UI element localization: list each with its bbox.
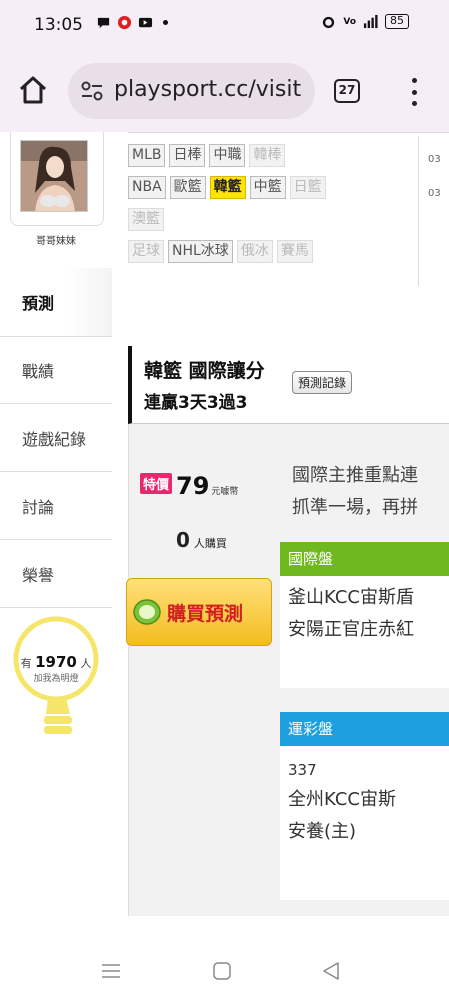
- site-settings-icon[interactable]: [80, 80, 104, 102]
- page-content: 哥哥妹妹 預測 戰績 遊戲紀錄 討論 榮譽 有 1970 人 加我為明燈 MLB…: [0, 132, 449, 942]
- sidebar-item-predict[interactable]: 預測: [0, 268, 112, 336]
- coin-icon: [133, 599, 161, 625]
- sidebar-item-label: 遊戲紀錄: [22, 429, 87, 449]
- browser-toolbar: playsport.cc/visit 27: [0, 50, 449, 132]
- divider: [128, 132, 449, 133]
- tag-jp-baseball[interactable]: 日棒: [169, 144, 206, 167]
- tag-nba[interactable]: NBA: [128, 176, 166, 199]
- avatar[interactable]: [20, 140, 88, 212]
- url-text[interactable]: playsport.cc/visit: [114, 77, 301, 102]
- sports-lottery-card: 運彩盤 337 全州KCC宙斯 安養(主): [280, 712, 449, 900]
- buyers-count: 0 人購買: [176, 528, 227, 552]
- avatar-photo: [21, 141, 87, 211]
- tag-au-basketball: 澳籃: [128, 208, 164, 231]
- buyers-number: 0: [176, 528, 190, 552]
- price-unit: 元噱幣: [211, 487, 239, 497]
- more-dot-icon: [163, 20, 168, 25]
- video-icon: [138, 17, 153, 28]
- sidebar-item-game-log[interactable]: 遊戲紀錄: [0, 404, 112, 472]
- prediction-record-button[interactable]: 預測記錄: [292, 371, 353, 394]
- profile-card[interactable]: [10, 132, 104, 226]
- match-team: 安養(主): [288, 821, 357, 842]
- sidebar-item-label: 榮譽: [22, 565, 55, 585]
- bulb-count[interactable]: 有 1970 人: [0, 653, 112, 671]
- system-nav-bar: [0, 942, 449, 1000]
- home-icon[interactable]: [16, 73, 50, 107]
- tag-horse-racing: 賽馬: [276, 240, 313, 263]
- divider: [418, 136, 419, 286]
- description-line: 抓準一場，再拼: [292, 497, 418, 518]
- tag-nhl[interactable]: NHL冰球: [168, 240, 233, 263]
- buyers-label: 人購買: [193, 537, 227, 550]
- alarm-icon: [323, 16, 335, 29]
- tag-soccer: 足球: [128, 240, 164, 263]
- sidebar-item-label: 討論: [22, 497, 55, 517]
- sidebar-item-record[interactable]: 戰績: [0, 336, 112, 404]
- league-tags: MLB 日棒 中職 韓棒 NBA 歐籃 韓籃 中籃 日籃 澳籃 足球 NHL冰球…: [128, 144, 418, 272]
- battery-icon: 85: [385, 14, 409, 29]
- overflow-menu-icon[interactable]: [408, 78, 420, 106]
- status-bar: 13:05 Vo 85: [0, 0, 449, 50]
- tag-row: MLB 日棒 中職 韓棒: [128, 144, 418, 167]
- match-team: 安陽正官庄赤紅: [288, 619, 414, 640]
- tag-euro-basketball[interactable]: 歐籃: [169, 176, 206, 199]
- sidebar-item-discussion[interactable]: 討論: [0, 472, 112, 540]
- sidebar-item-label: 預測: [22, 294, 55, 313]
- sidebar-item-label: 戰績: [22, 362, 55, 381]
- tag-cpbl[interactable]: 中職: [209, 144, 246, 167]
- match-number: 337: [288, 761, 317, 779]
- prediction-description: 國際主推重點連 抓準一場，再拼: [292, 460, 418, 524]
- bulb-count-number: 1970: [35, 653, 77, 671]
- chat-icon: [97, 17, 110, 29]
- card-header: 運彩盤: [280, 712, 449, 746]
- tab-switcher-button[interactable]: 27: [334, 79, 360, 103]
- signal-icon: [363, 14, 378, 29]
- date-item[interactable]: 03: [428, 188, 441, 199]
- notification-icons: [96, 15, 168, 30]
- tag-row: NBA 歐籃 韓籃 中籃 日籃: [128, 176, 418, 199]
- date-item[interactable]: 03: [428, 154, 441, 165]
- tag-jp-basketball: 日籃: [289, 176, 326, 199]
- card-header: 國際盤: [280, 542, 449, 576]
- special-price-badge: 特價: [140, 473, 173, 494]
- buy-button-label: 購買預測: [167, 603, 244, 625]
- match-team: 釜山KCC宙斯盾: [288, 587, 414, 608]
- match-team: 全州KCC宙斯: [288, 789, 396, 810]
- home-nav-icon[interactable]: [211, 960, 233, 982]
- bulb-prefix: 有: [20, 657, 32, 670]
- profile-name[interactable]: 哥哥妹妹: [0, 232, 112, 247]
- tag-khl: 俄冰: [236, 240, 273, 263]
- tag-row: 澳籃: [128, 208, 418, 231]
- tag-kr-baseball: 韓棒: [249, 144, 286, 167]
- app-badge-icon: [117, 15, 132, 30]
- back-icon[interactable]: [320, 960, 342, 982]
- system-indicators: Vo 85: [321, 14, 409, 29]
- prediction-title: 韓籃 國際讓分: [144, 360, 265, 382]
- prediction-streak: 連贏3天3過3: [144, 393, 248, 413]
- sidebar-nav: 預測 戰績 遊戲紀錄 討論 榮譽: [0, 268, 112, 608]
- bulb-suffix: 人: [80, 657, 92, 670]
- prediction-header: 韓籃 國際讓分 連贏3天3過3 預測記錄: [128, 346, 449, 424]
- buy-prediction-button[interactable]: 購買預測: [126, 578, 272, 646]
- address-bar[interactable]: playsport.cc/visit: [68, 63, 315, 119]
- tag-row: 足球 NHL冰球 俄冰 賽馬: [128, 240, 418, 263]
- tag-cn-basketball[interactable]: 中籃: [249, 176, 286, 199]
- volte-icon: Vo: [343, 16, 356, 27]
- tag-mlb[interactable]: MLB: [128, 144, 166, 167]
- tag-kr-basketball[interactable]: 韓籃: [209, 176, 246, 199]
- price-value: 79: [176, 472, 210, 500]
- description-line: 國際主推重點連: [292, 465, 418, 486]
- recent-apps-icon[interactable]: [100, 960, 122, 982]
- status-time: 13:05: [34, 15, 83, 35]
- sidebar-item-honor[interactable]: 榮譽: [0, 540, 112, 608]
- international-line-card: 國際盤 釜山KCC宙斯盾 安陽正官庄赤紅: [280, 542, 449, 688]
- price-info: 特價 79 元噱幣: [140, 472, 280, 500]
- bulb-caption[interactable]: 加我為明燈: [0, 671, 112, 684]
